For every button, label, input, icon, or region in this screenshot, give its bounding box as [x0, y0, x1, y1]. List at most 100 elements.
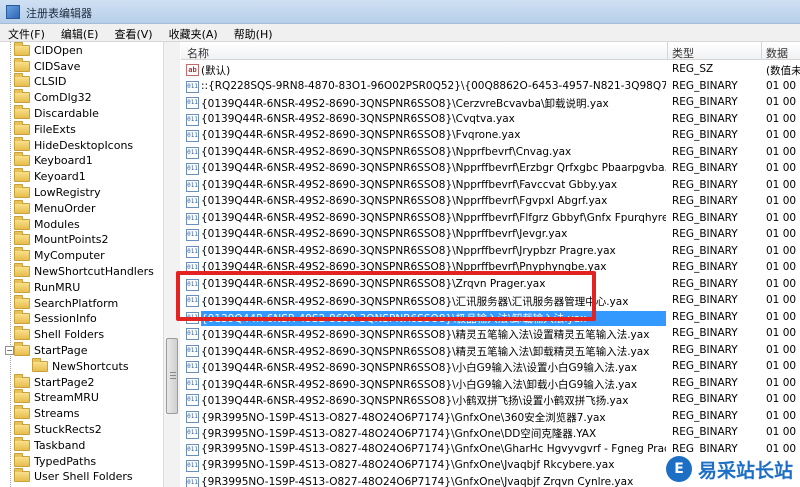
folder-icon [14, 234, 30, 245]
folder-icon [14, 440, 30, 451]
table-row[interactable]: 011 {0139Q44R-6NSR-49S2-8690-3QNSPNR6SSO8… [181, 244, 800, 261]
value-name: {0139Q44R-6NSR-49S2-8690-3QNSPNR6SSO8}\N… [201, 162, 666, 174]
value-name: {9R3995NO-1S9P-4S13-O827-48O24O6P7174}\G… [201, 410, 666, 425]
folder-icon [14, 219, 30, 230]
tree-item[interactable]: NewShortcutHandlers [14, 264, 154, 280]
folder-icon [14, 61, 30, 72]
tree-item-label: HideDesktopIcons [34, 139, 133, 152]
regedit-app-icon [6, 5, 20, 19]
table-row[interactable]: 011 {0139Q44R-6NSR-49S2-8690-3QNSPNR6SSO8… [181, 359, 800, 376]
value-name: (默认) [201, 63, 666, 78]
menu-favorites[interactable]: 收藏夹(A) [161, 24, 226, 41]
tree-item[interactable]: Keyboard1 [14, 153, 93, 169]
tree-item-label: SearchPlatform [34, 297, 118, 310]
registry-tree[interactable]: CIDOpen CIDSave CLSID ComDlg32 Discardable Fi… [0, 42, 180, 487]
value-type: REG_BINARY [672, 245, 762, 257]
folder-icon [14, 108, 30, 119]
table-row[interactable]: 011 {0139Q44R-6NSR-49S2-8690-3QNSPNR6SSO8… [181, 161, 800, 178]
table-row[interactable]: 011 {0139Q44R-6NSR-49S2-8690-3QNSPNR6SSO8… [181, 343, 800, 360]
value-type: REG_BINARY [672, 261, 762, 273]
tree-item[interactable]: NewShortcuts [32, 359, 129, 375]
folder-icon [14, 250, 30, 261]
tree-item-label: NewShortcutHandlers [34, 265, 154, 278]
value-name: {0139Q44R-6NSR-49S2-8690-3QNSPNR6SSO8}\小… [201, 360, 666, 375]
table-row[interactable]: 011 {0139Q44R-6NSR-49S2-8690-3QNSPNR6SSO8… [181, 128, 800, 145]
tree-item[interactable]: Taskband [14, 438, 85, 454]
menu-edit[interactable]: 编辑(E) [53, 24, 107, 41]
tree-item[interactable]: SearchPlatform [14, 295, 118, 311]
column-header-data[interactable]: 数据 [766, 45, 788, 61]
tree-item[interactable]: CIDSave [14, 58, 80, 74]
menu-help[interactable]: 帮助(H) [226, 24, 281, 41]
table-row[interactable]: 011 {9R3995NO-1S9P-4S13-O827-48O24O6P7174… [181, 425, 800, 442]
tree-item[interactable]: MountPoints2 [14, 232, 109, 248]
table-row[interactable]: 011 {0139Q44R-6NSR-49S2-8690-3QNSPNR6SSO8… [181, 112, 800, 129]
value-name: {0139Q44R-6NSR-49S2-8690-3QNSPNR6SSO8}\精… [201, 327, 666, 342]
table-row[interactable]: 011 {0139Q44R-6NSR-49S2-8690-3QNSPNR6SSO8… [181, 194, 800, 211]
binary-value-icon: 011 [186, 444, 199, 456]
value-type: REG_BINARY [672, 410, 762, 422]
tree-item[interactable]: LowRegistry [14, 185, 101, 201]
table-row[interactable]: 011 {0139Q44R-6NSR-49S2-8690-3QNSPNR6SSO8… [181, 211, 800, 228]
column-header-type[interactable]: 类型 [672, 45, 694, 61]
table-row[interactable]: 011 {0139Q44R-6NSR-49S2-8690-3QNSPNR6SSO8… [181, 145, 800, 162]
tree-item-label: ComDlg32 [34, 91, 92, 104]
value-type: REG_BINARY [672, 228, 762, 240]
tree-item[interactable]: ComDlg32 [14, 90, 92, 106]
collapse-icon[interactable]: − [5, 346, 14, 355]
table-row[interactable]: 011 {9R3995NO-1S9P-4S13-O827-48O24O6P7174… [181, 409, 800, 426]
binary-value-icon: 011 [186, 460, 199, 472]
tree-item[interactable]: Discardable [14, 106, 99, 122]
tree-item[interactable]: User Shell Folders [14, 469, 133, 485]
value-type: REG_BINARY [672, 146, 762, 158]
tree-item[interactable]: MyComputer [14, 248, 105, 264]
menu-view[interactable]: 查看(V) [106, 24, 160, 41]
binary-value-icon: 011 [186, 477, 199, 487]
tree-item[interactable]: StartPage [14, 343, 88, 359]
value-data: 01 00 C [766, 294, 800, 306]
tree-item[interactable]: StuckRects2 [14, 422, 102, 438]
value-data: 01 00 C [766, 113, 800, 125]
value-data: 01 00 C [766, 410, 800, 422]
binary-value-icon: 011 [186, 81, 199, 93]
binary-value-icon: 011 [186, 163, 199, 175]
table-row[interactable]: 011::{RQ228SQS-9RN8-4870-83O1-96O02PSR0Q… [181, 79, 800, 96]
tree-item[interactable]: FileExts [14, 122, 76, 138]
tree-item[interactable]: Streams [14, 406, 80, 422]
tree-item[interactable]: TypedPaths [14, 453, 96, 469]
table-row[interactable]: 011 {0139Q44R-6NSR-49S2-8690-3QNSPNR6SSO8… [181, 227, 800, 244]
value-name: {9R3995NO-1S9P-4S13-O827-48O24O6P7174}\G… [201, 443, 666, 455]
tree-item[interactable]: Shell Folders [14, 327, 104, 343]
tree-item[interactable]: CLSID [14, 74, 67, 90]
value-list[interactable]: 名称 类型 数据 ab (默认) REG_SZ (数值未 011::{RQ228SQS-… [181, 42, 800, 487]
value-data: 01 00 C [766, 426, 800, 438]
tree-scrollbar-thumb[interactable] [166, 338, 178, 414]
value-data: 01 00 C [766, 278, 800, 290]
tree-item[interactable]: StreamMRU [14, 390, 99, 406]
tree-item[interactable]: Modules [14, 216, 80, 232]
folder-icon [14, 345, 30, 356]
value-data: 01 00 C [766, 228, 800, 240]
binary-value-icon: 011 [186, 345, 199, 357]
table-row[interactable]: 011 {0139Q44R-6NSR-49S2-8690-3QNSPNR6SSO8… [181, 376, 800, 393]
table-row[interactable]: 011 {0139Q44R-6NSR-49S2-8690-3QNSPNR6SSO8… [181, 95, 800, 112]
value-name: {0139Q44R-6NSR-49S2-8690-3QNSPNR6SSO8}\C… [201, 96, 666, 111]
tree-item[interactable]: CIDOpen [14, 43, 83, 59]
tree-item[interactable]: Keyoard1 [14, 169, 86, 185]
table-row[interactable]: ab (默认) REG_SZ (数值未 [181, 62, 800, 79]
tree-item[interactable]: RunMRU [14, 280, 80, 296]
menu-file[interactable]: 文件(F) [0, 24, 53, 41]
tree-scrollbar[interactable] [163, 42, 180, 487]
value-type: REG_BINARY [672, 327, 762, 339]
value-type: REG_BINARY [672, 162, 762, 174]
table-row[interactable]: 011 {0139Q44R-6NSR-49S2-8690-3QNSPNR6SSO8… [181, 392, 800, 409]
value-type: REG_SZ [672, 63, 762, 75]
table-row[interactable]: 011 {0139Q44R-6NSR-49S2-8690-3QNSPNR6SSO8… [181, 178, 800, 195]
tree-item[interactable]: HideDesktopIcons [14, 137, 133, 153]
column-header-name[interactable]: 名称 [187, 45, 209, 61]
table-row[interactable]: 011 {0139Q44R-6NSR-49S2-8690-3QNSPNR6SSO8… [181, 326, 800, 343]
tree-item[interactable]: MenuOrder [14, 201, 95, 217]
tree-item[interactable]: SessionInfo [14, 311, 97, 327]
folder-icon [14, 377, 30, 388]
tree-item[interactable]: StartPage2 [14, 374, 95, 390]
